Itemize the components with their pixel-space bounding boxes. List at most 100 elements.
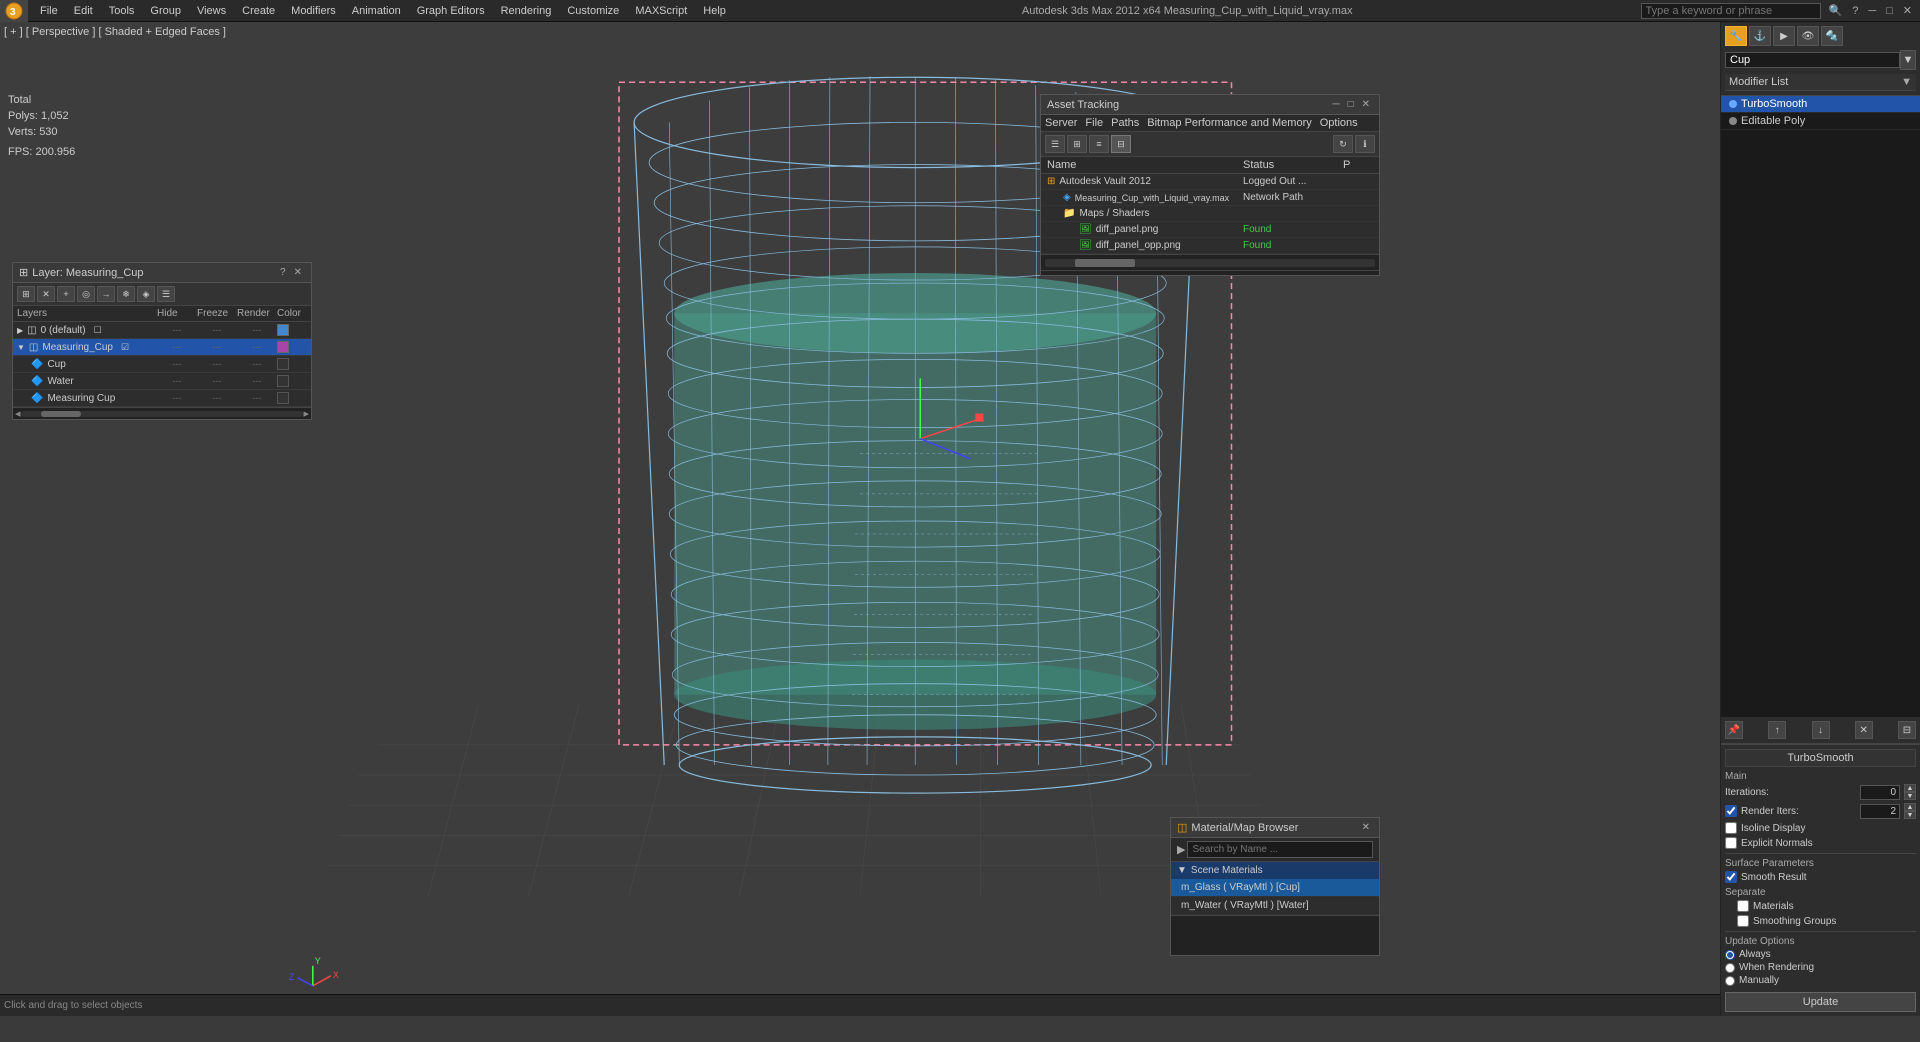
layer-tool-move[interactable]: → bbox=[97, 286, 115, 302]
menu-customize[interactable]: Customize bbox=[559, 3, 627, 19]
modifier-pin-btn[interactable]: 📌 bbox=[1725, 721, 1743, 739]
layer-manager-help-btn[interactable]: ? bbox=[277, 266, 289, 279]
layer-checkbox[interactable]: ☐ bbox=[94, 325, 102, 336]
modifier-list-dropdown-btn[interactable]: ▼ bbox=[1901, 76, 1912, 88]
layer-row[interactable]: ▶ ◫ 0 (default) ☐ --- --- --- bbox=[13, 322, 311, 339]
layer-row-measuring-cup[interactable]: ▼ ◫ Measuring_Cup ☑ --- --- --- bbox=[13, 339, 311, 356]
scroll-left-btn[interactable]: ◂ bbox=[15, 407, 21, 420]
asset-menu-options[interactable]: Options bbox=[1320, 117, 1358, 129]
layer-color[interactable] bbox=[277, 392, 289, 404]
ts-render-iters-checkbox[interactable] bbox=[1725, 805, 1737, 817]
asset-close-btn[interactable]: ✕ bbox=[1359, 98, 1373, 111]
asset-tool-info[interactable]: ℹ bbox=[1355, 135, 1375, 153]
menu-edit[interactable]: Edit bbox=[66, 3, 101, 19]
material-search-input[interactable] bbox=[1187, 841, 1373, 858]
utilities-icon-btn[interactable]: 🔩 bbox=[1821, 26, 1843, 46]
ts-always-radio[interactable] bbox=[1725, 950, 1735, 960]
layer-tool-new[interactable]: ⊞ bbox=[17, 286, 35, 302]
asset-restore-btn[interactable]: □ bbox=[1345, 98, 1357, 111]
ts-render-iters-up[interactable]: ▲ bbox=[1904, 803, 1916, 811]
menu-create[interactable]: Create bbox=[234, 3, 283, 19]
modifier-up-btn[interactable]: ↑ bbox=[1768, 721, 1786, 739]
modifier-collapse-btn[interactable]: ⊟ bbox=[1898, 721, 1916, 739]
maximize-icon[interactable]: □ bbox=[1882, 3, 1897, 19]
ts-iterations-input[interactable] bbox=[1860, 785, 1900, 800]
asset-tool-detail[interactable]: ≡ bbox=[1089, 135, 1109, 153]
material-browser-close-btn[interactable]: ✕ bbox=[1359, 821, 1373, 834]
material-search-expand[interactable]: ▶ bbox=[1177, 843, 1185, 856]
ts-manually-radio[interactable] bbox=[1725, 976, 1735, 986]
layer-scrollbar[interactable]: ◂ ▸ bbox=[13, 407, 311, 419]
menu-animation[interactable]: Animation bbox=[344, 3, 409, 19]
material-item-glass[interactable]: m_Glass ( VRayMtl ) [Cup] bbox=[1171, 879, 1379, 897]
layer-color[interactable] bbox=[277, 375, 289, 387]
layer-tool-add[interactable]: + bbox=[57, 286, 75, 302]
asset-row-vault[interactable]: ⊞ Autodesk Vault 2012 Logged Out ... bbox=[1041, 174, 1379, 190]
close-icon[interactable]: ✕ bbox=[1899, 2, 1916, 19]
menu-help[interactable]: Help bbox=[695, 3, 734, 19]
ts-update-btn[interactable]: Update bbox=[1725, 992, 1916, 1012]
menu-group[interactable]: Group bbox=[142, 3, 189, 19]
asset-menu-bitmap[interactable]: Bitmap Performance and Memory bbox=[1147, 117, 1311, 129]
layer-row-cup[interactable]: 🔷 Cup --- --- --- bbox=[13, 356, 311, 373]
asset-row-max[interactable]: ◈ Measuring_Cup_with_Liquid_vray.max Net… bbox=[1041, 190, 1379, 206]
layer-tool-delete[interactable]: ✕ bbox=[37, 286, 55, 302]
asset-menu-paths[interactable]: Paths bbox=[1111, 117, 1139, 129]
asset-scrollbar[interactable] bbox=[1041, 254, 1379, 270]
asset-tool-grid[interactable]: ⊞ bbox=[1067, 135, 1087, 153]
menu-tools[interactable]: Tools bbox=[101, 3, 143, 19]
material-item-water[interactable]: m_Water ( VRayMtl ) [Water] bbox=[1171, 897, 1379, 915]
ts-when-rendering-radio[interactable] bbox=[1725, 963, 1735, 973]
menu-rendering[interactable]: Rendering bbox=[493, 3, 560, 19]
ts-smooth-result-checkbox[interactable] bbox=[1725, 871, 1737, 883]
asset-menu-server[interactable]: Server bbox=[1045, 117, 1077, 129]
menu-modifiers[interactable]: Modifiers bbox=[283, 3, 344, 19]
asset-tool-refresh[interactable]: ↻ bbox=[1333, 135, 1353, 153]
asset-minimize-btn[interactable]: ─ bbox=[1329, 98, 1342, 111]
asset-tool-list[interactable]: ☰ bbox=[1045, 135, 1065, 153]
modifier-editable-poly[interactable]: Editable Poly bbox=[1721, 113, 1920, 130]
menu-views[interactable]: Views bbox=[189, 3, 234, 19]
layer-tool-freeze[interactable]: ❄ bbox=[117, 286, 135, 302]
asset-row-maps[interactable]: 📁 Maps / Shaders bbox=[1041, 206, 1379, 222]
help-icon[interactable]: ? bbox=[1848, 3, 1862, 19]
scrollbar-thumb[interactable] bbox=[41, 411, 81, 417]
layer-color[interactable] bbox=[277, 358, 289, 370]
minimize-icon[interactable]: ─ bbox=[1864, 3, 1880, 19]
app-logo[interactable]: 3 bbox=[0, 0, 28, 22]
layer-tool-render[interactable]: ◈ bbox=[137, 286, 155, 302]
menu-graph-editors[interactable]: Graph Editors bbox=[409, 3, 493, 19]
ts-iterations-down[interactable]: ▼ bbox=[1904, 792, 1916, 800]
help-search-icon[interactable]: 🔍 bbox=[1825, 2, 1847, 19]
modifier-icon-btn[interactable]: 🔧 bbox=[1725, 26, 1747, 46]
layer-checkbox[interactable]: ☑ bbox=[121, 342, 129, 353]
ts-explicit-normals-checkbox[interactable] bbox=[1725, 837, 1737, 849]
menu-file[interactable]: File bbox=[32, 3, 66, 19]
layer-manager-close-btn[interactable]: ✕ bbox=[291, 266, 305, 279]
ts-materials-checkbox[interactable] bbox=[1737, 900, 1749, 912]
layer-color[interactable] bbox=[277, 341, 289, 353]
modifier-turbosm[interactable]: TurboSmooth bbox=[1721, 96, 1920, 113]
menu-maxscript[interactable]: MAXScript bbox=[627, 3, 695, 19]
display-icon-btn[interactable]: 👁 bbox=[1797, 26, 1819, 46]
hierarchy-icon-btn[interactable]: ⚓ bbox=[1749, 26, 1771, 46]
asset-row-diff-panel-opp[interactable]: 🖼 diff_panel_opp.png Found bbox=[1041, 238, 1379, 254]
scene-materials-header[interactable]: ▼ Scene Materials bbox=[1171, 862, 1379, 879]
scroll-right-btn[interactable]: ▸ bbox=[303, 407, 309, 420]
ts-smoothing-groups-checkbox[interactable] bbox=[1737, 915, 1749, 927]
object-name-input[interactable] bbox=[1725, 52, 1900, 68]
ts-render-iters-input[interactable] bbox=[1860, 804, 1900, 819]
asset-menu-file[interactable]: File bbox=[1085, 117, 1103, 129]
layer-row-measuring-cup-child[interactable]: 🔷 Measuring Cup --- --- --- bbox=[13, 390, 311, 407]
asset-row-diff-panel[interactable]: 🖼 diff_panel.png Found bbox=[1041, 222, 1379, 238]
ts-isoline-checkbox[interactable] bbox=[1725, 822, 1737, 834]
object-name-dropdown-btn[interactable]: ▼ bbox=[1900, 50, 1916, 70]
modifier-delete-btn[interactable]: ✕ bbox=[1855, 721, 1873, 739]
layer-tool-select[interactable]: ◎ bbox=[77, 286, 95, 302]
motion-icon-btn[interactable]: ▶ bbox=[1773, 26, 1795, 46]
modifier-down-btn[interactable]: ↓ bbox=[1812, 721, 1830, 739]
layer-row-water[interactable]: 🔷 Water --- --- --- bbox=[13, 373, 311, 390]
ts-render-iters-down[interactable]: ▼ bbox=[1904, 811, 1916, 819]
viewport-area[interactable]: Total Polys: 1,052 Verts: 530 FPS: 200.9… bbox=[0, 22, 1720, 1016]
keyword-search-input[interactable] bbox=[1641, 3, 1821, 19]
